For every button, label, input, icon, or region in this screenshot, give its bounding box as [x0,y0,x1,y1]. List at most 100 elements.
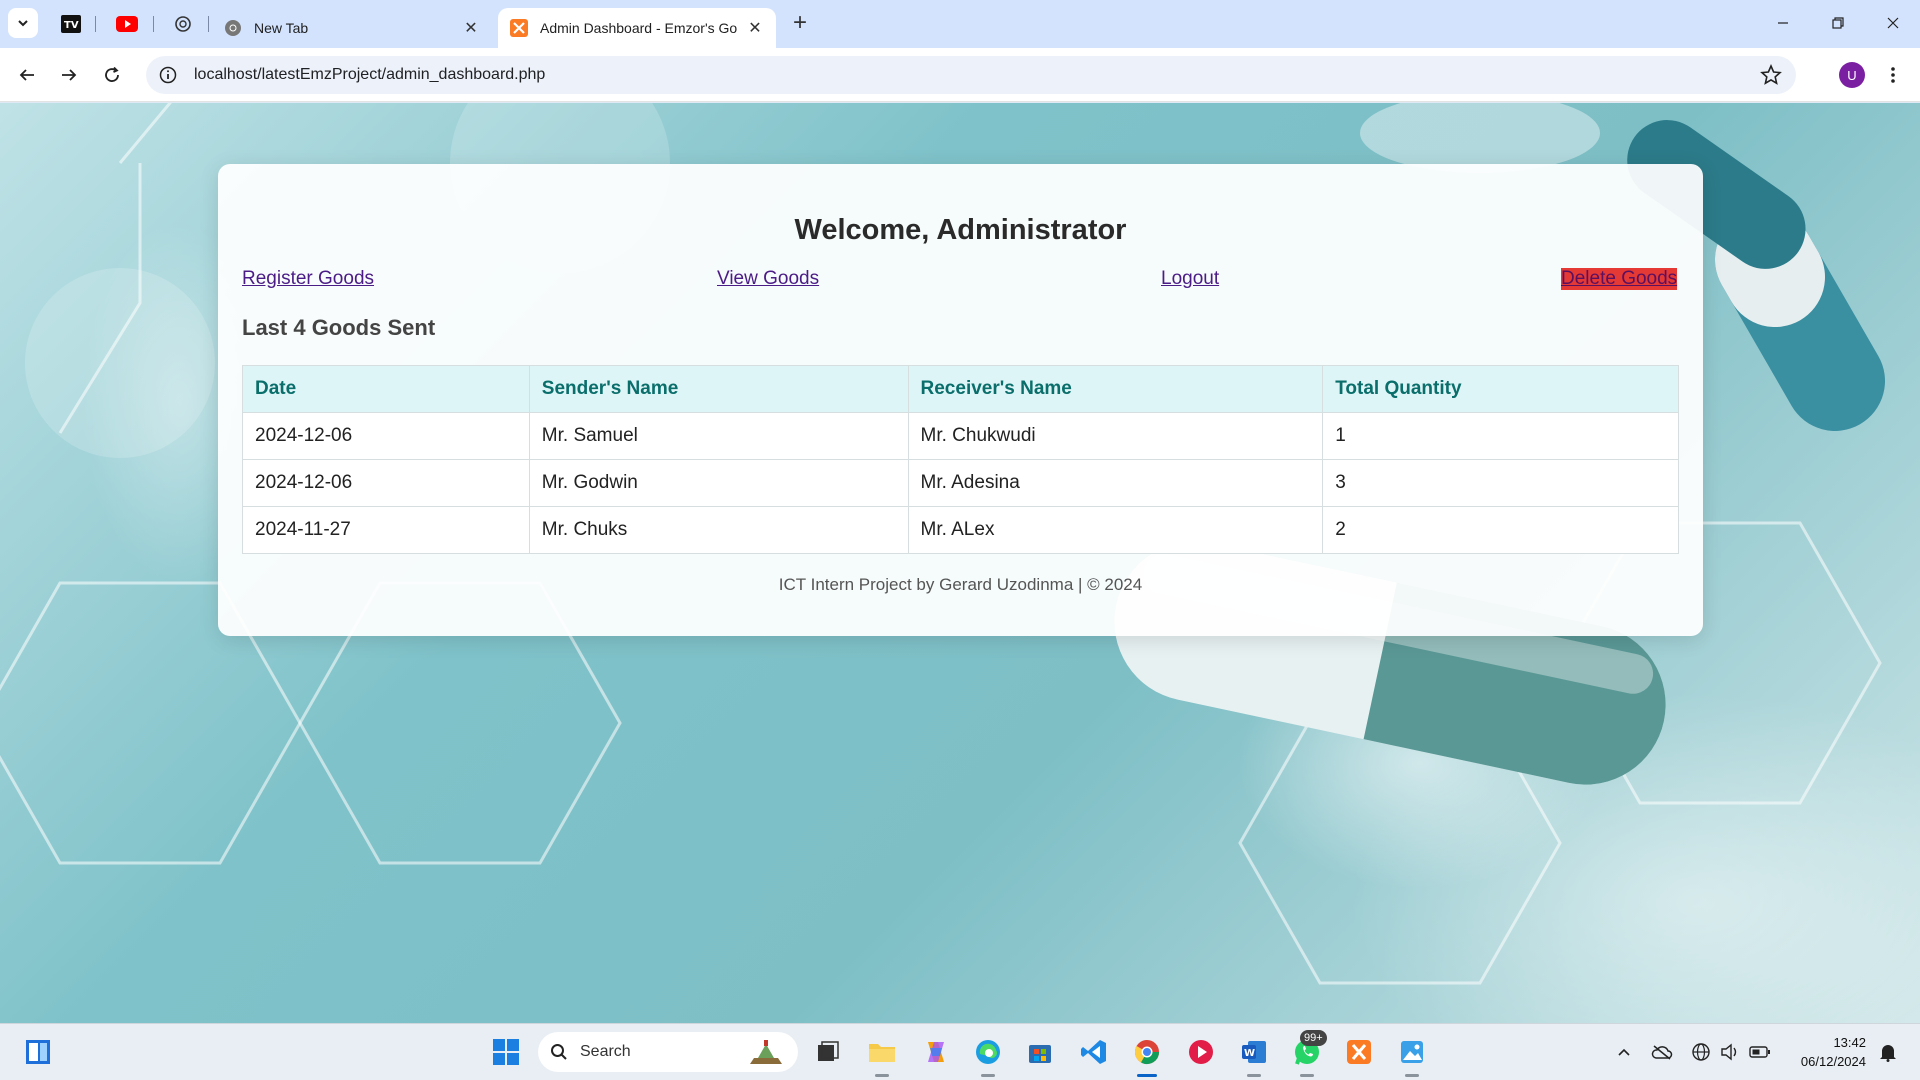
search-icon [551,1044,567,1060]
page-footer: ICT Intern Project by Gerard Uzodinma | … [778,575,1143,594]
running-indicator [1300,1074,1314,1077]
bell-icon [1880,1045,1896,1062]
page-viewport: Welcome, Administrator Register Goods Vi… [0,103,1920,1023]
tab-search-button[interactable] [8,8,38,38]
chevron-down-icon [18,20,28,27]
media-player-button[interactable] [1183,1034,1219,1070]
running-indicator [1137,1074,1157,1077]
profile-avatar[interactable]: U [1839,62,1865,88]
globe-icon [1692,1043,1710,1061]
bookmark-star-icon[interactable] [1760,64,1782,86]
pinned-tab-tradingview[interactable]: TV [54,10,88,38]
column-header-sender: Sender's Name [528,365,909,413]
minimize-icon [1778,22,1788,24]
arrow-right-icon [62,69,77,81]
clock-time: 13:42 [1833,1035,1866,1050]
new-tab-button[interactable]: + [786,10,814,38]
tab-separator [153,16,154,32]
cell-sender: Mr. Godwin [528,459,909,507]
photos-button[interactable] [1394,1034,1430,1070]
network-tray[interactable] [1689,1040,1713,1064]
copilot-icon [928,1042,944,1062]
view-goods-link[interactable]: View Goods [717,268,819,290]
edge-button[interactable] [970,1034,1006,1070]
start-button[interactable] [488,1034,524,1070]
windows-icon [493,1039,519,1065]
tab-title: Admin Dashboard - Emzor's Go [540,20,738,36]
cell-sender: Mr. Samuel [528,412,909,460]
tab-title: New Tab [254,20,309,36]
vscode-icon [1081,1040,1106,1064]
vscode-button[interactable] [1076,1034,1112,1070]
minimize-button[interactable] [1760,8,1806,38]
running-indicator [1405,1074,1419,1077]
tab-admin-dashboard[interactable]: Admin Dashboard - Emzor's Go ✕ [498,8,776,48]
task-view-button[interactable] [810,1034,846,1070]
widgets-icon [26,1040,50,1064]
table-header-row: Date Sender's Name Receiver's Name Total… [242,365,1679,413]
cloud-off-icon [1651,1045,1673,1060]
youtube-icon [116,16,138,32]
table-row: 2024-12-06 Mr. Godwin Mr. Adesina 3 [242,459,1679,507]
taskbar-clock[interactable]: 13:42 06/12/2024 [1786,1033,1866,1071]
xampp-button[interactable] [1341,1034,1377,1070]
pinned-tab-youtube[interactable] [110,10,144,38]
table-row: 2024-12-06 Mr. Samuel Mr. Chukwudi 1 [242,412,1679,460]
cell-sender: Mr. Chuks [528,506,909,554]
address-bar[interactable]: localhost/latestEmzProject/admin_dashboa… [146,56,1796,94]
store-icon [1029,1045,1051,1063]
reload-button[interactable] [95,58,129,92]
cell-quantity: 1 [1322,412,1679,460]
chrome-button[interactable] [1129,1034,1165,1070]
task-view-icon [818,1041,839,1061]
close-icon[interactable]: ✕ [746,19,764,37]
taskbar: Search W 99+ 13:42 06/12/2024 [0,1023,1920,1080]
browser-toolbar: localhost/latestEmzProject/admin_dashboa… [0,48,1920,102]
forward-button[interactable] [52,58,86,92]
site-info-icon[interactable] [150,56,186,94]
openai-icon [175,16,191,32]
browser-menu-button[interactable] [1880,62,1906,88]
column-header-receiver: Receiver's Name [907,365,1324,413]
file-explorer-button[interactable] [864,1034,900,1070]
taskbar-search[interactable]: Search [538,1032,798,1072]
close-window-button[interactable] [1870,8,1916,38]
more-vert-icon [1891,67,1895,83]
battery-tray[interactable] [1748,1040,1772,1064]
register-goods-link[interactable]: Register Goods [242,268,374,290]
volume-tray[interactable] [1718,1040,1742,1064]
running-indicator [981,1074,995,1077]
url-text[interactable]: localhost/latestEmzProject/admin_dashboa… [194,66,545,84]
running-indicator [1247,1074,1261,1077]
microsoft-store-button[interactable] [1022,1034,1058,1070]
cell-quantity: 3 [1322,459,1679,507]
tradingview-icon: TV [61,15,81,33]
svg-text:W: W [1244,1048,1255,1059]
edge-icon [976,1040,1000,1064]
onedrive-tray[interactable] [1650,1040,1674,1064]
close-icon [1887,17,1899,29]
play-circle-icon [1189,1040,1213,1064]
chrome-icon [1134,1040,1159,1065]
restore-button[interactable] [1815,8,1861,38]
svg-text:TV: TV [64,20,79,31]
back-button[interactable] [10,58,44,92]
widgets-button[interactable] [20,1034,56,1070]
logout-link[interactable]: Logout [1161,268,1219,290]
delete-goods-link[interactable]: Delete Goods [1561,268,1678,290]
running-indicator [875,1074,889,1077]
copilot-button[interactable] [918,1034,954,1070]
pinned-tab-openai[interactable] [166,10,200,38]
battery-icon [1749,1046,1770,1058]
browser-tab-strip: TV New Tab ✕ Admin Dashboard - Emzor's G… [0,0,1920,48]
show-hidden-icons-button[interactable] [1612,1040,1636,1064]
clock-date: 06/12/2024 [1800,1054,1866,1069]
chrome-icon [224,19,242,37]
cell-receiver: Mr. Adesina [907,459,1324,507]
tab-new-tab[interactable]: New Tab ✕ [212,8,492,48]
word-button[interactable]: W [1236,1034,1272,1070]
section-title: Last 4 Goods Sent [242,315,436,340]
column-header-date: Date [242,365,530,413]
close-icon[interactable]: ✕ [462,19,480,37]
notifications-button[interactable] [1876,1040,1900,1064]
